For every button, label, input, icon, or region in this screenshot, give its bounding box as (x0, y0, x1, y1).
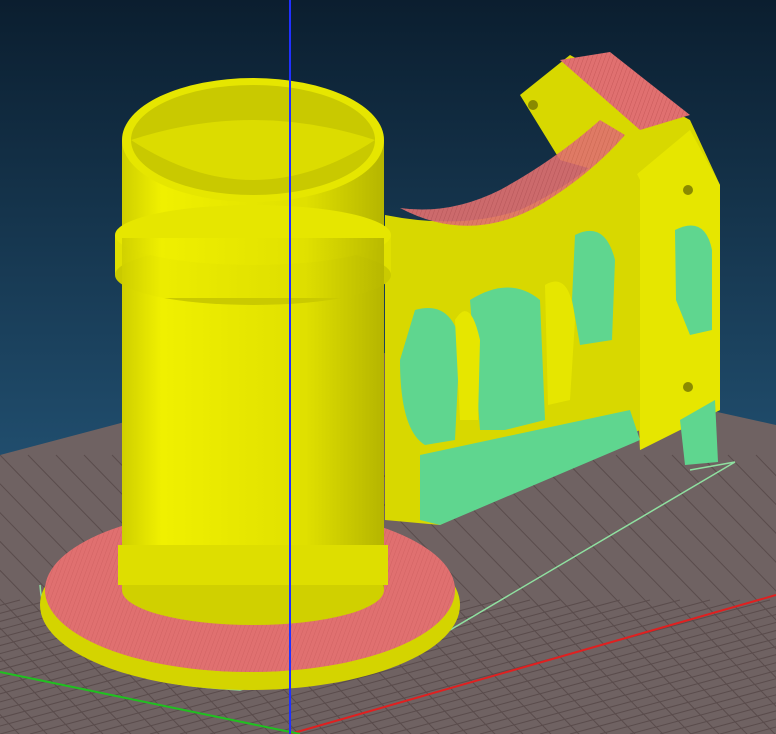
cylinder-body (115, 78, 391, 625)
3d-viewport[interactable] (0, 0, 776, 734)
